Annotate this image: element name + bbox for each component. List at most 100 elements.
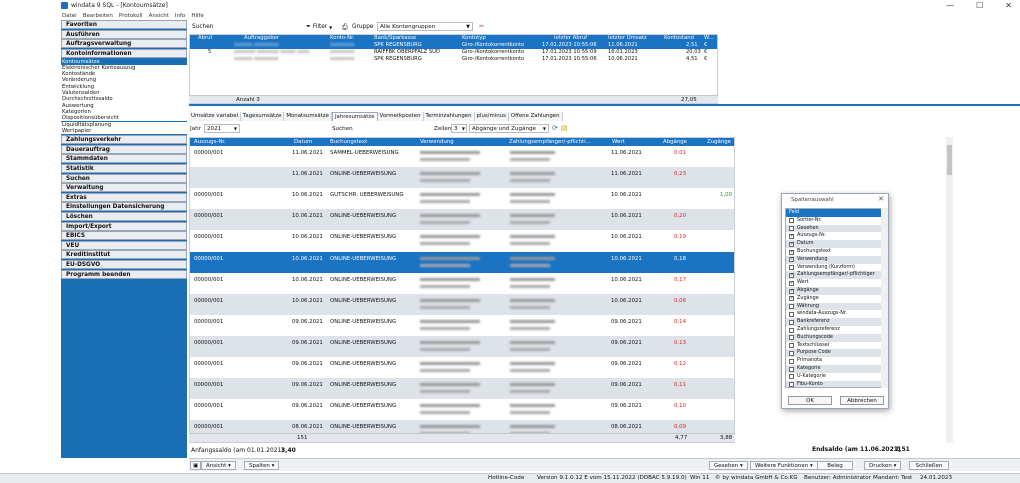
checkbox[interactable]: [789, 249, 794, 256]
chooser-item[interactable]: Währung: [786, 302, 881, 311]
chooser-item[interactable]: Datum: [786, 240, 881, 248]
ok-button[interactable]: OK: [788, 396, 832, 405]
col-auftraggeber[interactable]: Auftraggeber: [244, 35, 279, 42]
drucken-button[interactable]: Drucken ▾: [864, 461, 902, 470]
chooser-item[interactable]: Bankreferenz: [786, 318, 881, 326]
checkbox[interactable]: [789, 280, 794, 287]
col-verwendung[interactable]: Verwendung: [420, 138, 454, 146]
checkbox[interactable]: [789, 304, 794, 310]
sidebar-item-11[interactable]: Wertpapier: [61, 127, 187, 135]
spalten-button[interactable]: Spalten ▾: [244, 461, 280, 470]
sidebar-section-2[interactable]: Auftragsverwaltung: [61, 39, 187, 48]
schliessen-button[interactable]: Schließen: [909, 461, 949, 470]
checkbox[interactable]: [789, 374, 794, 380]
checkbox[interactable]: [789, 350, 794, 356]
filter-button[interactable]: ⏷ Filter ▼: [306, 23, 332, 31]
table-row[interactable]: 11.06.2021 ONLINE-UEBERWEISUNG 11.06.2021 0…: [190, 167, 734, 189]
sidebar-group-5[interactable]: Verwaltung: [61, 183, 187, 193]
splitter[interactable]: [189, 104, 1020, 106]
sidebar-group-7[interactable]: Einstellungen Datensicherung: [61, 202, 187, 212]
table-row[interactable]: 00000/001 09.06.2021 ONLINE-UEBERWEISUNG 09…: [190, 399, 734, 420]
menu-protokoll[interactable]: Protokoll: [119, 13, 143, 19]
checkbox[interactable]: [789, 288, 794, 295]
chooser-item[interactable]: Primanota: [786, 357, 881, 365]
col-kontotyp[interactable]: Kontotyp: [462, 35, 486, 42]
refresh-icon[interactable]: ⟳: [552, 124, 558, 132]
beleg-button[interactable]: Beleg: [817, 461, 853, 470]
tab-6[interactable]: plus/minus: [474, 112, 509, 121]
tab-0[interactable]: Umsätze variabel: [189, 112, 242, 121]
sidebar-group-14[interactable]: Programm beenden: [61, 269, 187, 279]
col-wert[interactable]: Wert: [612, 138, 625, 146]
tab-2[interactable]: Monatsumsätze: [284, 112, 332, 121]
sidebar-group-0[interactable]: Zahlungsverkehr: [61, 135, 187, 145]
checkbox[interactable]: [789, 358, 794, 364]
sidebar-group-11[interactable]: VEU: [61, 240, 187, 250]
col-letzter-umsatz[interactable]: letzter Umsatz: [608, 35, 647, 42]
account-row[interactable]: xxxxxx xxxxxxxx xxxxxxxx SPK REGENSBURG Gir…: [190, 56, 717, 63]
checkbox[interactable]: [789, 311, 794, 317]
tab-1[interactable]: Tagesumsätze: [241, 112, 285, 121]
col-bank[interactable]: Bank/Sparkasse: [374, 35, 416, 42]
toggle-icon[interactable]: ▣: [190, 461, 202, 470]
chooser-item[interactable]: Gesehen: [786, 224, 881, 233]
menu-hilfe[interactable]: Hilfe: [191, 13, 204, 19]
menu-bearbeiten[interactable]: Bearbeiten: [83, 13, 113, 19]
chooser-item[interactable]: Buchungscode: [786, 333, 881, 342]
col-datum[interactable]: Datum: [294, 138, 312, 146]
table-row[interactable]: 00000/001 10.06.2021 ONLINE-UEBERWEISUNG 10…: [190, 230, 734, 251]
minimize-button[interactable]: —: [946, 0, 954, 11]
sidebar-group-12[interactable]: Kreditinstitut: [61, 250, 187, 260]
account-row[interactable]: 5 xxxxxxx xxxxxxx xxxxx xxxx xxxxxxxx RAIFF…: [190, 49, 717, 56]
chooser-item[interactable]: Auszugs-Nr.: [786, 232, 881, 241]
chooser-item[interactable]: U-Kategorie: [786, 373, 881, 381]
col-kontostand[interactable]: Kontostand: [664, 35, 694, 42]
sidebar-group-6[interactable]: Extras: [61, 192, 187, 202]
close-icon[interactable]: ✕: [878, 195, 884, 203]
checkbox[interactable]: [789, 256, 794, 264]
chooser-item[interactable]: Purpose Code: [786, 349, 881, 358]
col-zugaenge[interactable]: Zugänge: [707, 138, 731, 146]
table-row[interactable]: 00000/001 11.06.2021 SAMMEL-UEBERWEISUNG 11…: [190, 146, 734, 167]
chooser-item[interactable]: Buchungstext: [786, 248, 881, 256]
export-icon[interactable]: ▤: [561, 124, 568, 132]
col-abruf[interactable]: Abruf: [198, 35, 212, 42]
table-row[interactable]: 00000/001 10.06.2021 ONLINE-UEBERWEISUNG 10…: [190, 209, 734, 231]
sidebar-group-13[interactable]: EU-DSGVO: [61, 259, 187, 269]
col-letzter-abruf[interactable]: letzter Abruf: [554, 35, 587, 42]
weitere-funktionen-button[interactable]: Weitere Funktionen ▾: [750, 461, 818, 470]
sidebar-section-3[interactable]: Kontoinformationen: [61, 48, 187, 58]
checkbox[interactable]: [789, 226, 794, 232]
menu-ansicht[interactable]: Ansicht: [149, 13, 169, 19]
col-konto-nr[interactable]: Konto-Nr.: [330, 35, 354, 42]
col-auszugs-nr[interactable]: Auszugs-Nr.: [194, 138, 226, 146]
chooser-item[interactable]: Abgänge: [786, 287, 881, 295]
checkbox[interactable]: [789, 366, 794, 372]
sidebar-group-9[interactable]: Import/Export: [61, 221, 187, 231]
chooser-item[interactable]: Sortier-Nr.: [786, 217, 881, 225]
ansicht-button[interactable]: Ansicht ▾: [201, 461, 236, 470]
art-select[interactable]: Abgänge und Zugänge ▼: [469, 124, 549, 133]
chooser-item[interactable]: Zahlungsreferenz: [786, 326, 881, 334]
tab-3[interactable]: Jahresumsätze: [331, 112, 378, 121]
account-row[interactable]: xxxxxx xxxxxxxx xxxxxxxx SPK REGENSBURG Gir…: [190, 42, 717, 49]
zeilen-select[interactable]: 3 ▼: [451, 124, 467, 133]
chooser-item[interactable]: Wert: [786, 279, 881, 287]
table-row[interactable]: 00000/001 10.06.2021 ONLINE-UEBERWEISUNG 10…: [190, 293, 734, 315]
vertical-scrollbar[interactable]: [946, 137, 953, 443]
table-row[interactable]: 00000/001 09.06.2021 ONLINE-UEBERWEISUNG 09…: [190, 378, 734, 400]
sidebar-group-4[interactable]: Suchen: [61, 173, 187, 183]
checkbox[interactable]: [789, 241, 794, 248]
col-buchungstext[interactable]: Buchungstext: [330, 138, 367, 146]
checkbox[interactable]: [789, 295, 794, 303]
sidebar-group-8[interactable]: Löschen: [61, 211, 187, 221]
col-zahlungsempfaenger[interactable]: Zahlungsempfänger/-pflichti...: [509, 138, 591, 146]
table-row[interactable]: 00000/001 09.06.2021 ONLINE-UEBERWEISUNG 09…: [190, 315, 734, 336]
checkbox[interactable]: [789, 272, 794, 280]
table-row[interactable]: 00000/001 10.06.2021 GUTSCHR. UEBERWEISUNG…: [190, 188, 734, 209]
chooser-scrollbar[interactable]: [881, 208, 888, 388]
chooser-item[interactable]: Verwendung (Kurzform): [786, 264, 881, 272]
tx-search-input[interactable]: [352, 124, 427, 133]
checkbox[interactable]: [789, 265, 794, 271]
chooser-item[interactable]: Verwendung: [786, 255, 881, 264]
